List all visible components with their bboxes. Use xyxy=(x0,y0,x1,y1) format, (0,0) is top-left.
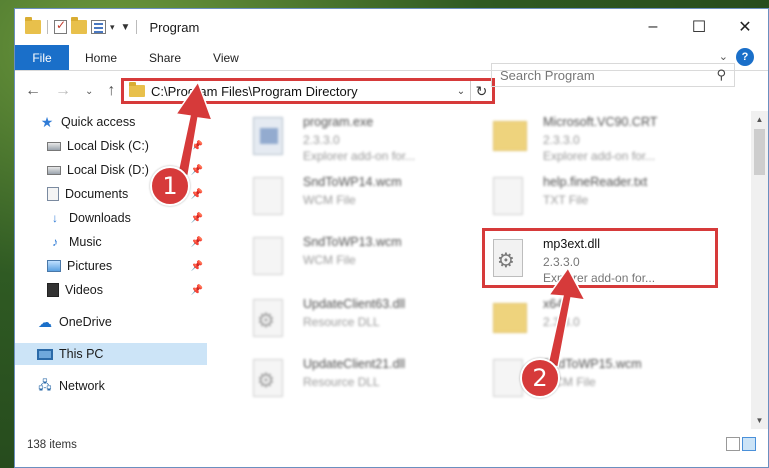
callout-arrow-2 xyxy=(547,266,587,368)
search-placeholder: Search Program xyxy=(500,67,595,83)
callout-badge-2: 2 xyxy=(520,358,560,398)
search-input[interactable]: Search Program ⚲ xyxy=(491,63,735,87)
search-icon[interactable]: ⚲ xyxy=(716,67,726,83)
callout-arrow-1 xyxy=(174,80,214,178)
callout-badge-1: 1 xyxy=(150,166,190,206)
